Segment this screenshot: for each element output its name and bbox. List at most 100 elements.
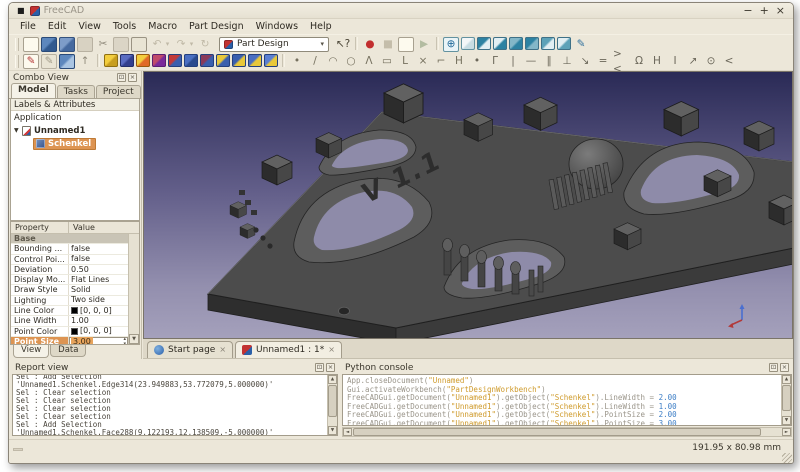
- view-bottom-button[interactable]: [541, 37, 555, 50]
- tab-project[interactable]: Project: [96, 85, 141, 98]
- open-file-button[interactable]: [41, 37, 57, 52]
- tab-start-page[interactable]: Start page ×: [147, 341, 233, 358]
- close-panel-icon[interactable]: ×: [326, 363, 335, 372]
- view-left-button[interactable]: [557, 37, 571, 50]
- scroll-up-icon[interactable]: ▲: [782, 375, 791, 384]
- float-panel-icon[interactable]: ⊡: [769, 363, 778, 372]
- view-axonometric-button[interactable]: [461, 37, 475, 50]
- spinbox-arrows[interactable]: ▴▾: [123, 337, 126, 345]
- menu-windows[interactable]: Windows: [251, 20, 303, 33]
- new-file-button[interactable]: [23, 37, 39, 52]
- sketch-circle-button[interactable]: ○: [343, 54, 359, 69]
- tab-view[interactable]: View: [13, 345, 49, 358]
- constraint-vdistance-button[interactable]: I: [667, 54, 683, 69]
- property-control-points[interactable]: Control Poi... false ▴▾: [11, 255, 128, 265]
- constraint-symmetric-button[interactable]: ><: [613, 54, 629, 69]
- redo-button[interactable]: ↷: [173, 37, 189, 52]
- scroll-left-icon[interactable]: ◄: [343, 428, 352, 436]
- constraint-equal-button[interactable]: =: [595, 54, 611, 69]
- close-panel-icon[interactable]: ×: [128, 73, 137, 82]
- pad-button[interactable]: [104, 54, 118, 67]
- constraint-tangent-button[interactable]: ↘: [577, 54, 593, 69]
- chamfer-button[interactable]: [184, 54, 198, 67]
- sep-c[interactable]: [97, 54, 100, 67]
- tab-close-icon[interactable]: ×: [219, 346, 226, 354]
- leave-sketch-button[interactable]: ↑: [77, 54, 93, 69]
- constraint-horizontal-button[interactable]: —: [523, 54, 539, 69]
- scroll-down-icon[interactable]: ▼: [129, 334, 139, 344]
- menu-help[interactable]: Help: [305, 20, 337, 33]
- property-group-base[interactable]: Base ▴▾: [11, 234, 128, 244]
- tree-item-unnamed1[interactable]: ▼ Unnamed1: [11, 124, 139, 137]
- close-button[interactable]: ×: [776, 5, 785, 16]
- minimize-button[interactable]: −: [743, 5, 752, 16]
- sketch-point-button[interactable]: •: [289, 54, 305, 69]
- property-draw-style[interactable]: Draw Style Solid ▴▾: [11, 285, 128, 295]
- refresh-button[interactable]: ↻: [197, 37, 213, 52]
- new-sketch-button[interactable]: ✎: [23, 54, 39, 69]
- macro-execute-button[interactable]: ▶: [416, 37, 432, 52]
- toolbar-handle[interactable]: [15, 38, 19, 51]
- menu-macro[interactable]: Macro: [143, 20, 182, 33]
- maximize-button[interactable]: +: [760, 5, 769, 16]
- copy-button[interactable]: [113, 37, 129, 52]
- close-panel-icon[interactable]: ×: [780, 363, 789, 372]
- paste-button[interactable]: [131, 37, 147, 52]
- tab-data[interactable]: Data: [50, 345, 86, 357]
- toolbar-handle[interactable]: [15, 55, 19, 68]
- property-line-width[interactable]: Line Width 1.00 ▴▾: [11, 316, 128, 326]
- tree-item-schenkel[interactable]: Schenkel: [11, 137, 139, 150]
- python-scrollbar-horizontal[interactable]: ◄ ►: [342, 427, 792, 437]
- resize-grip[interactable]: [782, 453, 792, 463]
- constraint-parallel-button[interactable]: ∥: [541, 54, 557, 69]
- menu-tools[interactable]: Tools: [108, 20, 141, 33]
- scroll-down-icon[interactable]: ▼: [782, 416, 791, 425]
- sketch-fillet-button[interactable]: L: [397, 54, 413, 69]
- float-panel-icon[interactable]: ⊡: [315, 363, 324, 372]
- sketch-external-button[interactable]: ⌐: [433, 54, 449, 69]
- scroll-right-icon[interactable]: ►: [782, 428, 791, 436]
- view-rear-button[interactable]: [525, 37, 539, 50]
- edit-sketch-button[interactable]: ✎: [41, 54, 57, 69]
- sketch-rectangle-button[interactable]: ▭: [379, 54, 395, 69]
- tab-tasks[interactable]: Tasks: [57, 85, 95, 98]
- multitransform-button[interactable]: [264, 54, 278, 67]
- macro-record-button[interactable]: ●: [362, 37, 378, 52]
- constraint-vertical-button[interactable]: |: [505, 54, 521, 69]
- tab-model[interactable]: Model: [11, 83, 56, 98]
- float-panel-icon[interactable]: ⊡: [117, 73, 126, 82]
- title-bar[interactable]: ■ FreeCAD − + ×: [9, 3, 793, 19]
- fillet-button[interactable]: [168, 54, 182, 67]
- sketch-arc-button[interactable]: ◠: [325, 54, 341, 69]
- constraint-perpendicular-button[interactable]: ⊥: [559, 54, 575, 69]
- tab-close-icon[interactable]: ×: [328, 346, 335, 354]
- sketch-line-button[interactable]: /: [307, 54, 323, 69]
- undo-dropdown[interactable]: ▾: [164, 37, 171, 52]
- scroll-up-icon[interactable]: ▲: [328, 375, 337, 384]
- macro-edit-button[interactable]: [398, 37, 414, 52]
- constraint-angle-button[interactable]: <: [721, 54, 737, 69]
- menu-part-design[interactable]: Part Design: [184, 20, 249, 33]
- property-display-mode[interactable]: Display Mo... Flat Lines ▴▾: [11, 275, 128, 285]
- property-scrollbar[interactable]: ▼: [128, 234, 139, 344]
- property-bounding-box[interactable]: Bounding ... false ▴▾: [11, 244, 128, 254]
- save-button[interactable]: [59, 37, 75, 52]
- constraint-length-button[interactable]: ↗: [685, 54, 701, 69]
- redo-dropdown[interactable]: ▾: [188, 37, 195, 52]
- whats-this-button[interactable]: ↖?: [335, 37, 351, 52]
- expander-icon[interactable]: ▼: [14, 127, 22, 134]
- revolution-button[interactable]: [120, 54, 134, 67]
- mirrored-button[interactable]: [216, 54, 230, 67]
- draft-button[interactable]: [200, 54, 214, 67]
- print-button[interactable]: [77, 37, 93, 52]
- pocket-button[interactable]: [152, 54, 166, 67]
- constraint-radius-button[interactable]: ⊙: [703, 54, 719, 69]
- map-sketch-button[interactable]: [59, 54, 75, 69]
- linear-pattern-button[interactable]: [232, 54, 246, 67]
- workbench-selector[interactable]: Part Design ▾: [219, 37, 329, 52]
- constraint-hdistance-button[interactable]: H: [649, 54, 665, 69]
- view-front-button[interactable]: [477, 37, 491, 50]
- undo-button[interactable]: ↶: [149, 37, 165, 52]
- property-line-color[interactable]: Line Color [0, 0, 0] ▴▾: [11, 306, 128, 316]
- fit-all-button[interactable]: ⊕: [443, 37, 459, 52]
